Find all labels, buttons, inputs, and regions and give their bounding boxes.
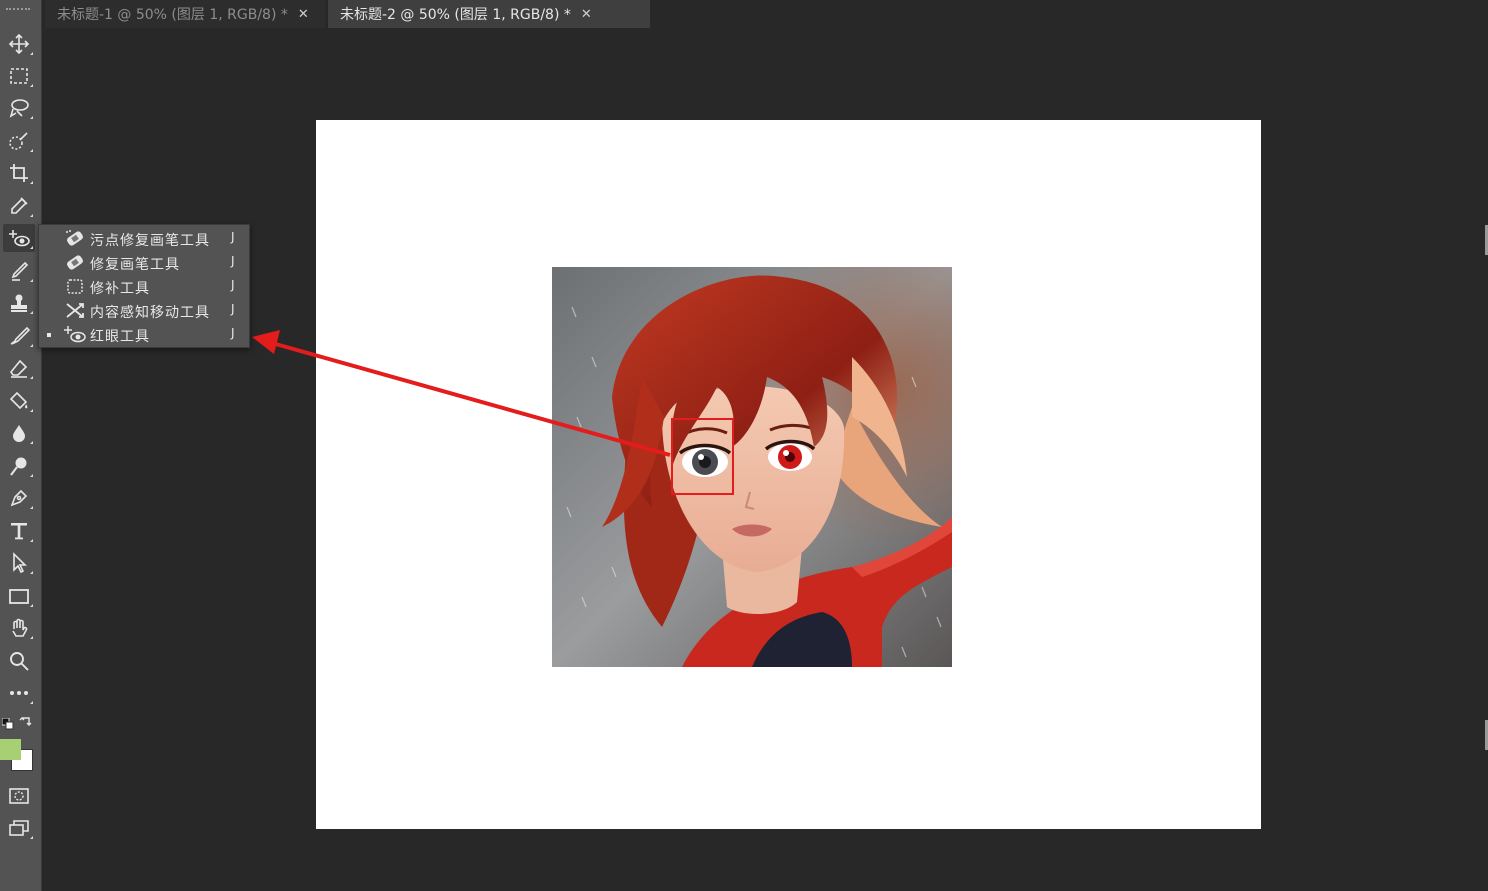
pen-tool[interactable] <box>3 484 35 512</box>
menu-item-label: 红眼工具 <box>90 329 150 345</box>
rect-marquee-icon <box>10 68 28 84</box>
eye-highlight-box <box>671 418 734 495</box>
eraser-tool[interactable] <box>3 354 35 382</box>
move-tool[interactable] <box>3 30 35 58</box>
history-brush-tool[interactable] <box>3 322 35 350</box>
content-aware-move-icon <box>66 303 84 318</box>
zoom-icon <box>10 652 29 671</box>
rectangle-icon <box>9 589 29 604</box>
foreground-color-swatch[interactable] <box>0 739 21 760</box>
brush-tool[interactable] <box>3 257 35 285</box>
more-icon <box>10 691 28 695</box>
eraser-icon <box>10 359 28 378</box>
tab-untitled-1[interactable]: 未标题-1 @ 50% (图层 1, RGB/8) * ✕ <box>45 0 325 28</box>
drop-icon <box>13 425 25 442</box>
hand-icon <box>12 618 28 637</box>
menu-item-red-eye[interactable]: 红眼工具 J <box>39 323 249 346</box>
crop-tool[interactable] <box>3 159 35 187</box>
paint-bucket-tool[interactable] <box>3 387 35 415</box>
quick-select-tool[interactable] <box>3 127 35 155</box>
crop-icon <box>10 164 28 182</box>
menu-item-label: 内容感知移动工具 <box>90 305 210 321</box>
lasso-icon <box>9 99 29 118</box>
menu-item-label: 污点修复画笔工具 <box>90 233 210 249</box>
quick-mask-button[interactable] <box>3 782 35 810</box>
close-icon[interactable]: ✕ <box>298 7 309 22</box>
default-colors-icon[interactable] <box>2 718 14 730</box>
stamp-icon <box>11 294 27 312</box>
red-eye-icon <box>64 326 86 343</box>
patch-icon <box>67 279 83 294</box>
type-tool[interactable] <box>3 517 35 545</box>
tools-panel <box>0 0 42 891</box>
red-eye-icon <box>9 230 30 247</box>
blur-tool[interactable] <box>3 419 35 447</box>
selected-bullet <box>47 333 51 337</box>
quick-mask-icon <box>9 788 29 804</box>
more-tools[interactable] <box>3 679 35 707</box>
swap-colors-icon[interactable] <box>18 716 34 730</box>
tab-untitled-2[interactable]: 未标题-2 @ 50% (图层 1, RGB/8) * ✕ <box>328 0 650 28</box>
shortcut-label: J <box>231 302 235 316</box>
brush-icon <box>11 261 29 281</box>
hand-tool[interactable] <box>3 614 35 642</box>
spot-healing-icon <box>66 230 83 246</box>
healing-tools-flyout: 污点修复画笔工具 J 修复画笔工具 J 修补工具 J 内容感知移动工具 J 红眼… <box>38 224 250 348</box>
stamp-tool[interactable] <box>3 289 35 317</box>
history-brush-icon <box>10 326 30 345</box>
pen-icon <box>10 489 28 507</box>
eyedropper-icon <box>11 197 28 214</box>
dodge-icon <box>10 457 27 476</box>
shortcut-label: J <box>231 254 235 268</box>
lasso-tool[interactable] <box>3 94 35 122</box>
close-icon[interactable]: ✕ <box>581 7 592 22</box>
arrow-icon <box>13 552 27 574</box>
shortcut-label: J <box>231 326 235 340</box>
path-select-tool[interactable] <box>3 549 35 577</box>
menu-item-spot-healing-brush[interactable]: 污点修复画笔工具 J <box>39 227 249 250</box>
zoom-tool[interactable] <box>3 647 35 675</box>
tab-label: 未标题-2 @ 50% (图层 1, RGB/8) * <box>340 7 571 23</box>
shortcut-label: J <box>231 278 235 292</box>
eyedropper-tool[interactable] <box>3 192 35 220</box>
menu-item-label: 修复画笔工具 <box>90 257 180 273</box>
document-tabs: 未标题-1 @ 50% (图层 1, RGB/8) * ✕ 未标题-2 @ 50… <box>43 0 1488 28</box>
shortcut-label: J <box>231 230 235 244</box>
dodge-tool[interactable] <box>3 452 35 480</box>
menu-item-label: 修补工具 <box>90 281 150 297</box>
move-icon <box>8 33 30 55</box>
tab-label: 未标题-1 @ 50% (图层 1, RGB/8) * <box>57 7 288 23</box>
type-icon <box>11 523 27 540</box>
paint-bucket-icon <box>9 391 28 410</box>
screen-mode-icon <box>9 820 29 836</box>
rectangle-tool[interactable] <box>3 582 35 610</box>
anime-portrait-image <box>552 267 952 667</box>
marquee-tool[interactable] <box>3 62 35 90</box>
panel-grip[interactable] <box>6 8 30 15</box>
red-eye-tool[interactable] <box>3 224 35 252</box>
menu-item-patch[interactable]: 修补工具 J <box>39 275 249 298</box>
menu-item-healing-brush[interactable]: 修复画笔工具 J <box>39 251 249 274</box>
healing-brush-icon <box>67 255 83 270</box>
menu-item-content-aware-move[interactable]: 内容感知移动工具 J <box>39 299 249 322</box>
quick-select-icon <box>9 132 28 150</box>
screen-mode-button[interactable] <box>3 814 35 842</box>
